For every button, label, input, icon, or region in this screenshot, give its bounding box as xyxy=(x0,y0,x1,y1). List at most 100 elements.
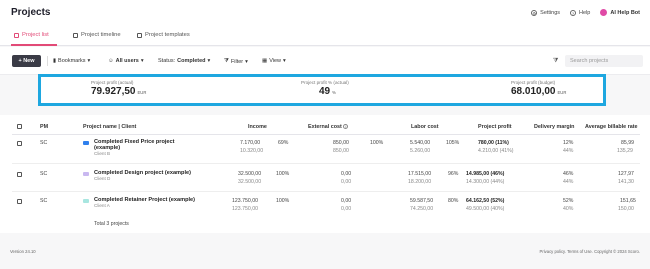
row-checkbox[interactable] xyxy=(17,172,22,177)
labor-cost-cell: 17.515,00 xyxy=(408,171,432,177)
divider xyxy=(47,56,48,66)
tab-project-list[interactable]: Project list xyxy=(14,32,49,38)
column-header-external-cost[interactable]: External cost i xyxy=(308,124,349,130)
gear-icon: ⚙ xyxy=(531,9,538,16)
profit-summary: Project profit (actual) 79.927,50 EUR Pro… xyxy=(38,74,606,106)
income-cell: 7.170,00 xyxy=(240,140,261,146)
summary-value: 79.927,50 EUR xyxy=(91,86,147,97)
chevron-down-icon: ▾ xyxy=(245,58,248,65)
income-cell: 32.500,00 xyxy=(238,171,262,177)
rate-cell: 85,99 xyxy=(621,140,634,146)
project-name-cell[interactable]: Completed Retainer Project (example) Cli… xyxy=(94,197,195,208)
profit-cell: 14.985,00 (46%) xyxy=(466,171,505,177)
rate-cell: 151,65 xyxy=(620,198,636,204)
project-color-dot xyxy=(83,199,89,203)
list-icon xyxy=(14,32,19,38)
income-pct-cell: 69% xyxy=(278,140,289,146)
filter-label: Filter xyxy=(230,58,244,65)
bookmark-icon: ▮ xyxy=(53,58,57,64)
labor-cost-sub-cell: 74.250,00 xyxy=(410,206,434,212)
ai-help-label: AI Help Bot xyxy=(610,9,640,16)
income-sub-cell: 32.500,00 xyxy=(238,179,262,185)
users-label: All users xyxy=(115,58,139,64)
new-button[interactable]: + New xyxy=(12,55,41,67)
labor-pct-cell: 96% xyxy=(448,171,459,177)
summary-label: Project profit (budget) xyxy=(511,80,556,85)
rate-cell: 127,97 xyxy=(618,171,634,177)
column-header-income[interactable]: Income xyxy=(248,124,267,130)
filter-button[interactable]: ⧩ Filter ▾ xyxy=(224,58,248,65)
labor-cost-sub-cell: 18.200,00 xyxy=(408,179,432,185)
funnel-icon[interactable]: ⧩ xyxy=(553,58,558,65)
tab-label: Project timeline xyxy=(81,32,121,38)
labor-pct-cell: 105% xyxy=(446,140,460,146)
tab-project-templates[interactable]: Project templates xyxy=(137,32,190,38)
summary-value: 68.010,00 EUR xyxy=(511,86,567,97)
column-header-delivery-margin[interactable]: Delivery margin xyxy=(534,124,574,130)
ai-help-bot-button[interactable]: AI Help Bot xyxy=(600,9,640,16)
settings-label: Settings xyxy=(540,9,561,16)
bookmarks-dropdown[interactable]: ▮ Bookmarks ▾ xyxy=(53,58,90,64)
project-color-dot xyxy=(83,172,89,176)
page-title: Projects xyxy=(11,7,51,18)
margin-cell: 52% xyxy=(563,198,574,204)
pm-cell: SC xyxy=(40,171,48,177)
info-icon: i xyxy=(343,124,349,129)
column-header-labor-cost[interactable]: Labor cost xyxy=(411,124,439,130)
profit-cell: 64.162,50 (52%) xyxy=(466,198,505,204)
external-cost-cell: 0,00 xyxy=(341,171,352,177)
profit-sub-cell: 14.300,00 (44%) xyxy=(466,179,505,185)
help-button[interactable]: ? Help xyxy=(570,9,590,16)
income-cell: 123.750,00 xyxy=(232,198,258,204)
profit-budget-summary: Project profit (budget) 68.010,00 EUR xyxy=(511,80,566,97)
status-dropdown[interactable]: Status: Completed ▾ xyxy=(158,58,210,64)
chevron-down-icon: ▾ xyxy=(140,58,144,64)
tab-project-timeline[interactable]: Project timeline xyxy=(73,32,121,38)
chevron-down-icon: ▾ xyxy=(207,58,211,64)
row-checkbox[interactable] xyxy=(17,199,22,204)
summary-label: Project profit % (actual) xyxy=(301,80,349,85)
project-name-cell[interactable]: Completed Fixed Price project (example) … xyxy=(94,139,175,156)
top-header: Projects ⚙ Settings ? Help AI Help Bot xyxy=(0,0,650,26)
margin-sub-cell: 40% xyxy=(563,206,574,212)
users-icon: ☺ xyxy=(108,58,114,64)
column-header-pm[interactable]: PM xyxy=(40,124,48,130)
row-checkbox[interactable] xyxy=(17,141,22,146)
search-input[interactable]: Search projects xyxy=(565,55,643,67)
rate-sub-cell: 135,29 xyxy=(617,148,633,154)
select-all-checkbox[interactable] xyxy=(17,124,22,129)
header-divider xyxy=(12,134,640,135)
labor-cost-cell: 59.587,50 xyxy=(410,198,434,204)
project-name-cell[interactable]: Completed Design project (example) Clien… xyxy=(94,170,191,181)
template-icon xyxy=(137,32,142,38)
total-projects-label: Total 3 projects xyxy=(94,221,129,227)
labor-cost-sub-cell: 5.260,00 xyxy=(410,148,431,154)
chevron-down-icon: ▾ xyxy=(283,58,286,64)
users-dropdown[interactable]: ☺ All users ▾ xyxy=(108,58,144,64)
external-pct-cell: 100% xyxy=(370,140,384,146)
tab-label: Project list xyxy=(22,32,49,38)
status-prefix: Status: xyxy=(158,58,176,64)
profit-actual-summary: Project profit (actual) 79.927,50 EUR xyxy=(91,80,146,97)
ai-bot-icon xyxy=(600,9,608,16)
column-header-billable-rate[interactable]: Average billable rate xyxy=(585,124,638,130)
profit-sub-cell: 49.500,00 (40%) xyxy=(466,206,505,212)
projects-table: PM Project name | Client Income External… xyxy=(0,115,650,233)
column-header-project-profit[interactable]: Project profit xyxy=(478,124,512,130)
external-cost-sub-cell: 850,00 xyxy=(333,148,349,154)
status-value: Completed xyxy=(177,58,206,64)
external-cost-cell: 850,00 xyxy=(333,140,349,146)
income-pct-cell: 100% xyxy=(276,198,290,204)
view-dropdown[interactable]: ▦ View ▾ xyxy=(262,58,286,64)
summary-value: 49% xyxy=(319,86,336,97)
column-header-name[interactable]: Project name | Client xyxy=(83,124,136,130)
margin-sub-cell: 44% xyxy=(563,148,574,154)
margin-cell: 46% xyxy=(563,171,574,177)
filter-icon: ⧩ xyxy=(224,58,229,64)
chevron-down-icon: ▾ xyxy=(87,58,91,64)
project-color-dot xyxy=(83,141,89,145)
settings-button[interactable]: ⚙ Settings xyxy=(531,9,561,16)
footer-links[interactable]: Privacy policy. Terms of Use. Copyright … xyxy=(540,249,640,254)
labor-cost-cell: 5.540,00 xyxy=(410,140,431,146)
footer: Version 24.10 Privacy policy. Terms of U… xyxy=(0,245,650,259)
